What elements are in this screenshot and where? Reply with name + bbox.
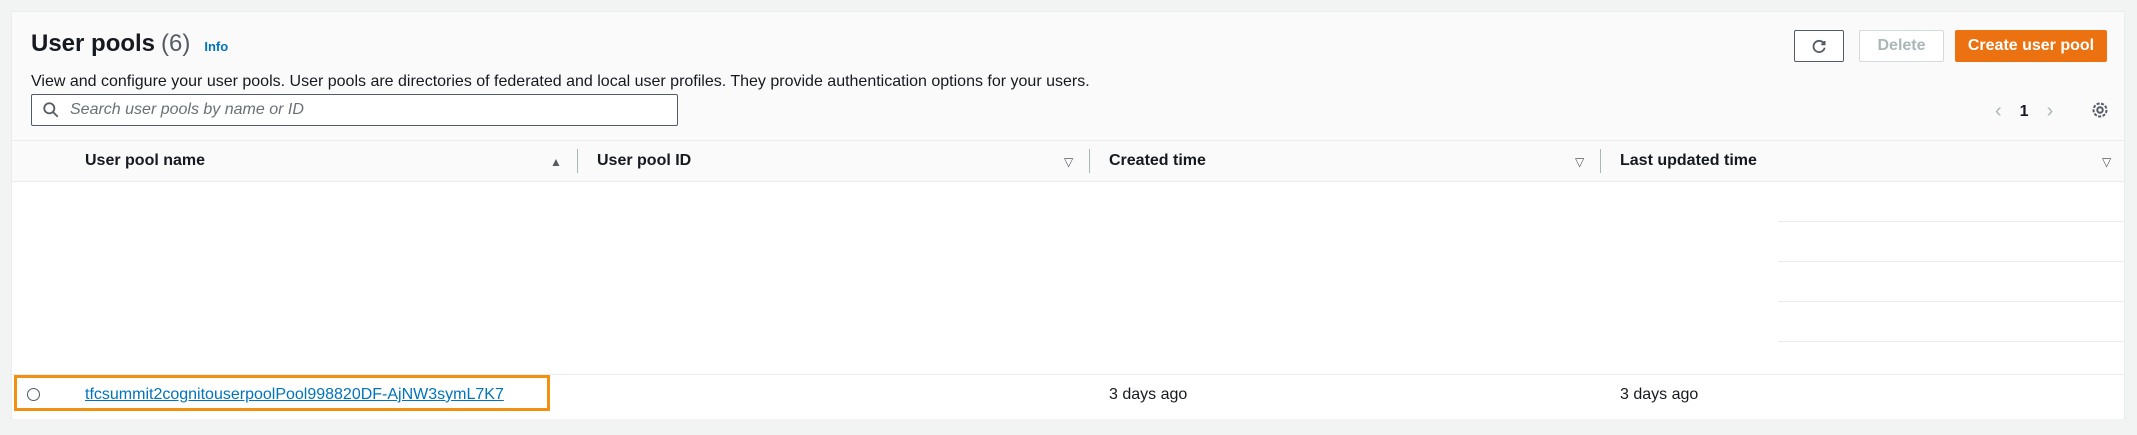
search-icon <box>43 102 59 118</box>
table-row[interactable]: tfcsummit2cognitouserpoolPool998820DF-Aj… <box>12 374 2124 415</box>
sort-descending-icon[interactable]: ▽ <box>2102 155 2111 169</box>
search-input[interactable] <box>68 100 652 120</box>
create-user-pool-button[interactable]: Create user pool <box>1955 30 2107 62</box>
refresh-button[interactable] <box>1794 30 1844 62</box>
user-pools-panel: User pools (6) Info View and configure y… <box>11 11 2125 419</box>
column-divider[interactable] <box>577 149 578 173</box>
column-divider[interactable] <box>1600 149 1601 173</box>
current-page[interactable]: 1 <box>2020 103 2029 121</box>
column-header-updated[interactable]: Last updated time <box>1620 141 1757 181</box>
column-divider[interactable] <box>1089 149 1090 173</box>
sort-ascending-icon[interactable]: ▲ <box>550 155 562 169</box>
settings-icon[interactable] <box>2090 100 2110 120</box>
column-header-created[interactable]: Created time <box>1109 141 1206 181</box>
page-title-text: User pools <box>31 30 156 57</box>
page-title: User pools (6) Info <box>31 30 228 58</box>
column-header-name[interactable]: User pool name <box>85 141 205 181</box>
created-time-cell: 3 days ago <box>1109 386 1188 403</box>
row-separator <box>1778 221 2124 222</box>
info-link[interactable]: Info <box>204 39 228 54</box>
search-field[interactable] <box>31 94 678 126</box>
column-header-id[interactable]: User pool ID <box>597 141 691 181</box>
pool-count: (6) <box>161 30 191 57</box>
chevron-left-icon[interactable]: ‹ <box>1995 100 2002 123</box>
updated-time-cell: 3 days ago <box>1620 386 1699 403</box>
user-pools-table: User pool name ▲ User pool ID ▽ Created … <box>12 140 2124 419</box>
row-separator <box>1778 341 2124 342</box>
delete-button[interactable]: Delete <box>1859 30 1944 62</box>
table-header: User pool name ▲ User pool ID ▽ Created … <box>12 141 2124 182</box>
sort-descending-icon[interactable]: ▽ <box>1575 155 1584 169</box>
row-separator <box>1778 261 2124 262</box>
pool-name-link[interactable]: tfcsummit2cognitouserpoolPool998820DF-Aj… <box>85 386 504 404</box>
row-select-radio[interactable] <box>27 388 40 401</box>
chevron-right-icon[interactable]: › <box>2047 100 2054 123</box>
sort-descending-icon[interactable]: ▽ <box>1064 155 1073 169</box>
refresh-icon <box>1812 39 1826 53</box>
pagination: ‹ 1 › <box>1995 100 2053 123</box>
pool-name-cell: tfcsummit2cognitouserpoolPool998820DF-Aj… <box>85 375 504 415</box>
page-description: View and configure your user pools. User… <box>31 73 1090 90</box>
row-separator <box>1778 301 2124 302</box>
